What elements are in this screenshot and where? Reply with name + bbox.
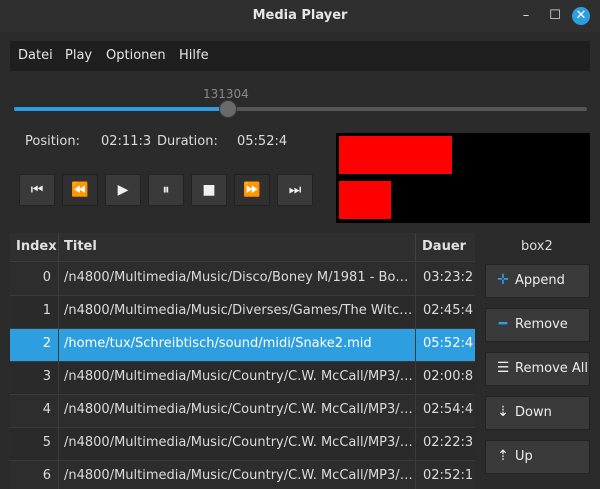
play-icon: ▶ xyxy=(117,182,129,198)
table-row[interactable]: 3/n4800/Multimedia/Music/Country/C.W. Mc… xyxy=(10,361,475,394)
row-title: /n4800/Multimedia/Music/Country/C.W. McC… xyxy=(64,402,414,417)
window-title: Media Player xyxy=(252,8,348,23)
column-index[interactable]: Index xyxy=(16,239,57,254)
maximize-icon[interactable]: ☐ xyxy=(547,8,563,24)
fast-forward-icon: ⏩ xyxy=(243,182,261,198)
pause-button[interactable]: ⏸ xyxy=(148,174,184,206)
pause-icon: ⏸ xyxy=(162,182,170,198)
play-button[interactable]: ▶ xyxy=(105,174,141,206)
slider-handle[interactable] xyxy=(219,100,238,118)
row-duration: 02:54:4 xyxy=(423,402,473,417)
table-row[interactable]: 1/n4800/Multimedia/Music/Diverses/Games/… xyxy=(10,295,475,328)
menu-play[interactable]: Play xyxy=(65,48,92,63)
up-label: Up xyxy=(515,449,533,464)
remove-label: Remove xyxy=(515,317,568,332)
menu-optionen[interactable]: Optionen xyxy=(106,48,166,63)
column-titel[interactable]: Titel xyxy=(64,239,97,254)
slider-fill xyxy=(14,107,228,111)
position-slider[interactable] xyxy=(14,100,587,118)
minimize-icon[interactable]: – xyxy=(518,8,534,24)
down-label: Down xyxy=(515,405,552,420)
column-dauer[interactable]: Dauer xyxy=(422,239,466,254)
row-duration: 03:23:2 xyxy=(423,270,473,285)
remove-all-button[interactable]: ☰ Remove All xyxy=(485,352,590,386)
row-duration: 02:22:3 xyxy=(423,435,473,450)
row-index: 2 xyxy=(42,336,51,351)
table-header: Index Titel Dauer xyxy=(10,233,475,262)
append-label: Append xyxy=(515,273,565,288)
rewind-button[interactable]: ⏪ xyxy=(62,174,98,206)
row-title: /n4800/Multimedia/Music/Diverses/Games/T… xyxy=(64,303,414,318)
visualizer-bar-2 xyxy=(339,181,392,219)
remove-all-label: Remove All xyxy=(515,361,589,376)
table-row[interactable]: 0/n4800/Multimedia/Music/Disco/Boney M/1… xyxy=(10,262,475,295)
move-up-icon: ⇡ xyxy=(497,448,509,464)
box-label: box2 xyxy=(521,239,553,254)
row-duration: 02:45:4 xyxy=(423,303,473,318)
skip-previous-icon: ⏮ xyxy=(30,182,44,198)
stop-icon: ■ xyxy=(202,182,216,198)
playlist-table[interactable]: Index Titel Dauer 0/n4800/Multimedia/Mus… xyxy=(10,233,475,489)
append-button[interactable]: ✛ Append xyxy=(485,264,590,298)
skip-previous-button[interactable]: ⏮ xyxy=(19,174,55,206)
down-button[interactable]: ⇣ Down xyxy=(485,396,590,430)
close-icon[interactable]: ✕ xyxy=(572,7,590,25)
row-index: 3 xyxy=(42,369,51,384)
clear-list-icon: ☰ xyxy=(496,360,510,376)
up-button[interactable]: ⇡ Up xyxy=(485,440,590,474)
skip-next-icon: ⏭ xyxy=(288,182,302,198)
position-value: 02:11:3 xyxy=(101,134,152,149)
table-row[interactable]: 5/n4800/Multimedia/Music/Country/C.W. Mc… xyxy=(10,427,475,460)
minus-icon: ━ xyxy=(498,316,508,332)
fast-forward-button[interactable]: ⏩ xyxy=(234,174,270,206)
duration-label: Duration: xyxy=(157,134,218,149)
table-row[interactable]: 6/n4800/Multimedia/Music/Country/C.W. Mc… xyxy=(10,460,475,489)
visualizer-bar-1 xyxy=(339,136,453,174)
row-index: 5 xyxy=(42,435,51,450)
row-index: 6 xyxy=(42,468,51,483)
row-title: /n4800/Multimedia/Music/Disco/Boney M/19… xyxy=(64,270,414,285)
remove-button[interactable]: ━ Remove xyxy=(485,308,590,342)
slider-value: 131304 xyxy=(203,87,249,101)
table-row[interactable]: 2/home/tux/Schreibtisch/sound/midi/Snake… xyxy=(10,328,475,361)
visualizer xyxy=(336,133,590,223)
row-duration: 02:52:1 xyxy=(423,468,473,483)
duration-value: 05:52:4 xyxy=(237,134,288,149)
rewind-icon: ⏪ xyxy=(71,182,89,198)
row-duration: 05:52:4 xyxy=(423,336,473,351)
row-index: 0 xyxy=(42,270,51,285)
skip-next-button[interactable]: ⏭ xyxy=(277,174,313,206)
table-row[interactable]: 4/n4800/Multimedia/Music/Country/C.W. Mc… xyxy=(10,394,475,427)
row-title: /n4800/Multimedia/Music/Country/C.W. McC… xyxy=(64,369,414,384)
title-bar: Media Player – ☐ ✕ xyxy=(0,0,600,32)
position-label: Position: xyxy=(25,134,80,149)
row-duration: 02:00:8 xyxy=(423,369,473,384)
menu-datei[interactable]: Datei xyxy=(18,48,53,63)
menu-bar: Datei Play Optionen Hilfe xyxy=(10,41,590,71)
menu-hilfe[interactable]: Hilfe xyxy=(179,48,209,63)
move-down-icon: ⇣ xyxy=(497,404,509,420)
row-index: 4 xyxy=(42,402,51,417)
plus-icon: ✛ xyxy=(497,272,509,288)
row-title: /n4800/Multimedia/Music/Country/C.W. McC… xyxy=(64,468,414,483)
row-title: /home/tux/Schreibtisch/sound/midi/Snake2… xyxy=(64,336,372,351)
row-title: /n4800/Multimedia/Music/Country/C.W. McC… xyxy=(64,435,414,450)
row-index: 1 xyxy=(42,303,51,318)
stop-button[interactable]: ■ xyxy=(191,174,227,206)
